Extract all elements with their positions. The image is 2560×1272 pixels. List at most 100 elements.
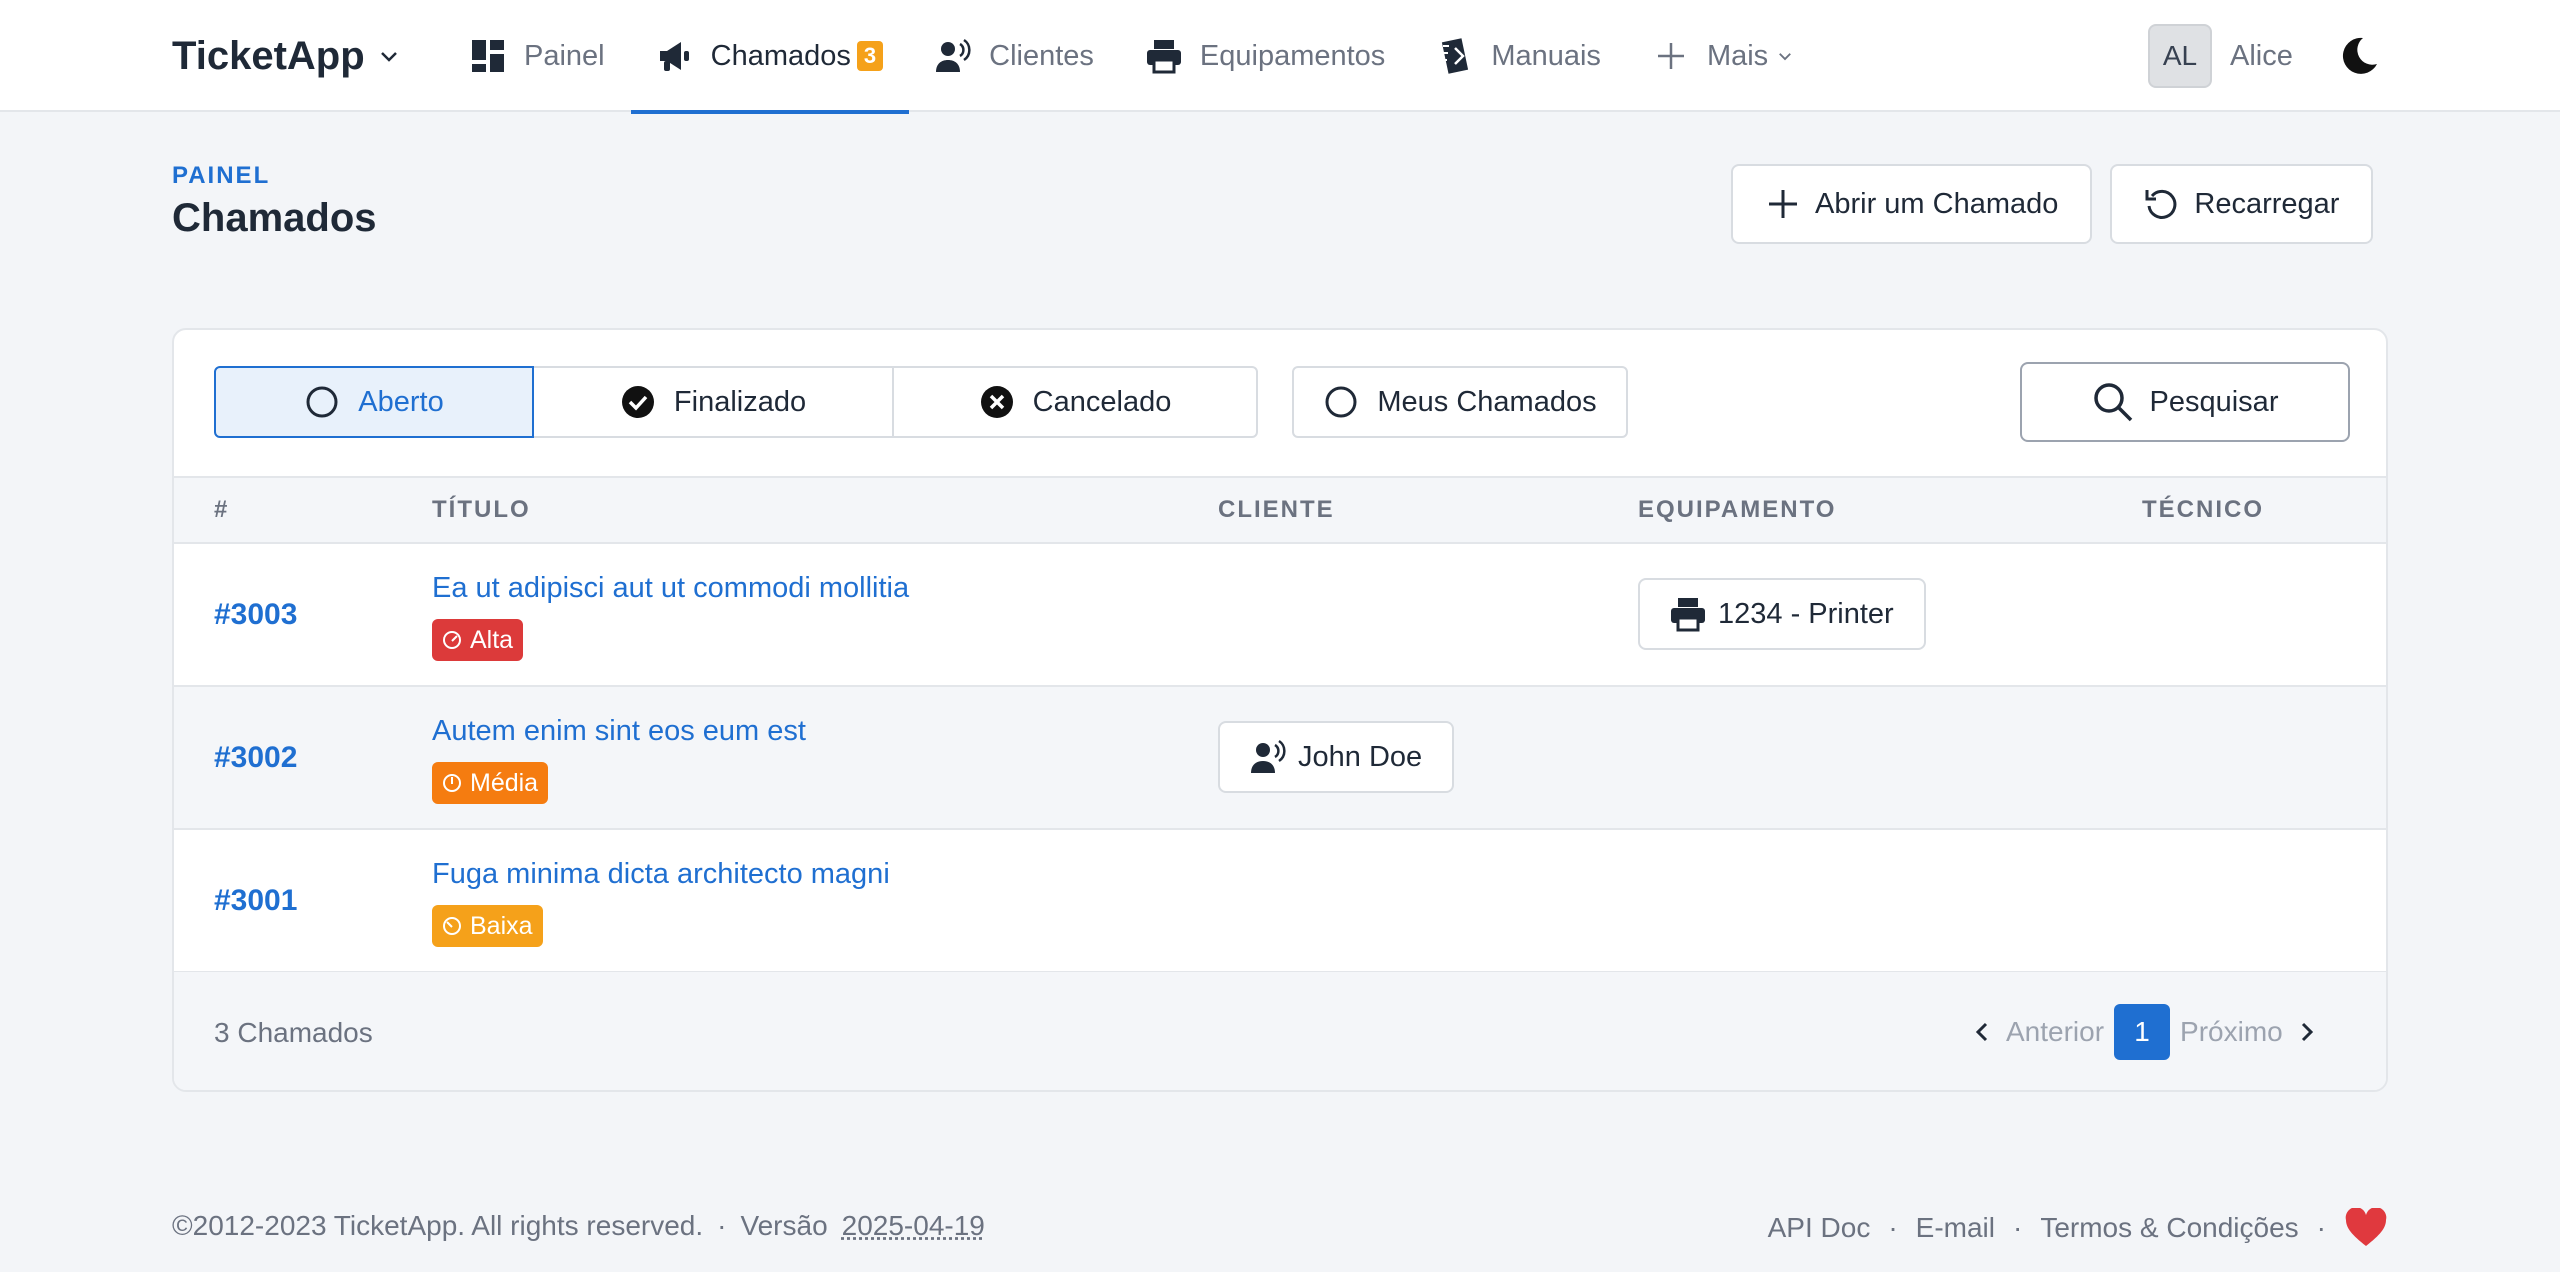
separator: ·: [1888, 1212, 1898, 1243]
avatar[interactable]: AL: [2148, 24, 2212, 88]
reload-button[interactable]: Recarregar: [2110, 164, 2374, 244]
current-page[interactable]: 1: [2114, 1004, 2171, 1060]
plus-icon: [1657, 43, 1684, 69]
notification-badge: 3: [856, 41, 884, 71]
search-label: Pesquisar: [2149, 385, 2279, 418]
search-button[interactable]: Pesquisar: [2020, 362, 2350, 442]
search-icon: [2093, 383, 2132, 422]
brand-name: TicketApp: [172, 33, 365, 78]
footer-link-terms[interactable]: Termos & Condições: [2040, 1212, 2298, 1244]
priority-label: Baixa: [470, 911, 533, 940]
nav-item-label: Mais: [1706, 39, 1769, 72]
footer-links: API Doc · E-mail · Termos & Condições ·: [1768, 1206, 2388, 1250]
column-id: #: [214, 496, 230, 523]
table-row[interactable]: #3003 Ea ut adipisci aut ut commodi moll…: [174, 544, 2386, 687]
client-label: John Doe: [1298, 740, 1423, 773]
footer-link-api-doc[interactable]: API Doc: [1768, 1212, 1871, 1244]
nav-item-clientes[interactable]: Clientes: [909, 0, 1120, 112]
pagination: Anterior 1 Próximo: [1968, 1004, 2321, 1060]
manual-icon: [1441, 38, 1469, 74]
filter-open-label: Aberto: [358, 385, 444, 418]
nav-item-label: Painel: [524, 39, 605, 72]
table-row[interactable]: #3001 Fuga minima dicta architecto magni…: [174, 830, 2386, 973]
filter-finished[interactable]: Finalizado: [532, 366, 894, 438]
nav-item-painel[interactable]: Painel: [444, 0, 631, 112]
priority-badge: Média: [432, 762, 549, 804]
circle-icon: [1325, 386, 1357, 418]
user-area: AL Alice: [2148, 24, 2381, 88]
separator: ·: [2013, 1212, 2023, 1243]
filter-open[interactable]: Aberto: [214, 366, 534, 438]
table-footer: 3 Chamados Anterior 1 Próximo: [174, 972, 2386, 1090]
chevron-right-icon[interactable]: [2293, 1018, 2321, 1046]
nav-item-mais[interactable]: Mais: [1627, 0, 1820, 112]
ticket-title-link[interactable]: Fuga minima dicta architecto magni: [432, 858, 890, 891]
client-chip[interactable]: John Doe: [1218, 721, 1455, 793]
gauge-icon: [443, 774, 461, 792]
user-name[interactable]: Alice: [2230, 40, 2293, 73]
nav-item-label: Equipamentos: [1199, 39, 1386, 72]
nav-item-equipamentos[interactable]: Equipamentos: [1120, 0, 1411, 112]
chevron-down-icon: [1779, 53, 1792, 61]
brand-menu[interactable]: TicketApp: [172, 28, 401, 84]
moon-icon[interactable]: [2337, 34, 2381, 78]
filter-my-tickets[interactable]: Meus Chamados: [1292, 366, 1628, 438]
status-filter: Aberto Finalizado Cancelado Meus Chamado…: [214, 366, 1628, 438]
equipment-label: 1234 - Printer: [1718, 597, 1894, 630]
plus-icon: [1769, 190, 1797, 218]
separator: ·: [717, 1210, 727, 1241]
ticket-id[interactable]: #3003: [214, 544, 297, 685]
column-equipment[interactable]: EQUIPAMENTO: [1638, 478, 1836, 542]
version-label: Versão: [740, 1210, 828, 1241]
chevron-down-icon: [380, 52, 397, 62]
ticket-title-cell: Fuga minima dicta architecto magni Baixa: [432, 858, 890, 947]
nav-item-label: Chamados: [710, 39, 851, 72]
separator: ·: [2316, 1212, 2326, 1243]
customer-icon: [936, 38, 971, 72]
main-nav: Painel Chamados 3 Clientes Equipamentos …: [444, 0, 1820, 114]
ticket-title-cell: Autem enim sint eos eum est Média: [432, 715, 806, 804]
filter-canceled[interactable]: Cancelado: [892, 366, 1258, 438]
previous-page-link[interactable]: Anterior: [2006, 1016, 2104, 1048]
top-navbar: TicketApp Painel Chamados 3 Clientes Equ…: [0, 0, 2560, 114]
nav-item-chamados[interactable]: Chamados 3: [630, 0, 910, 114]
nav-item-manuais[interactable]: Manuais: [1411, 0, 1627, 112]
column-title[interactable]: TÍTULO: [432, 478, 531, 542]
reload-label: Recarregar: [2194, 187, 2340, 220]
heart-icon: [2345, 1208, 2387, 1246]
footer-link-email[interactable]: E-mail: [1916, 1212, 1995, 1244]
circle-icon: [306, 386, 338, 418]
column-tech[interactable]: TÉCNICO: [2142, 478, 2264, 542]
column-client[interactable]: CLIENTE: [1218, 478, 1335, 542]
breadcrumb[interactable]: PAINEL: [172, 162, 270, 190]
gauge-icon: [443, 917, 461, 935]
x-circle-icon: [980, 386, 1013, 418]
gauge-icon: [443, 631, 461, 649]
next-page-link[interactable]: Próximo: [2180, 1016, 2283, 1048]
nav-item-label: Manuais: [1491, 39, 1601, 72]
version-date: 2025-04-19: [841, 1210, 985, 1241]
equipment-chip[interactable]: 1234 - Printer: [1638, 578, 1926, 650]
page-title: Chamados: [172, 196, 377, 240]
customer-icon: [1251, 739, 1286, 773]
refresh-icon: [2145, 189, 2177, 219]
priority-badge: Baixa: [432, 905, 543, 947]
priority-label: Alta: [470, 625, 514, 654]
check-circle-icon: [621, 386, 654, 418]
open-ticket-button[interactable]: Abrir um Chamado: [1731, 164, 2093, 244]
ticket-title-link[interactable]: Autem enim sint eos eum est: [432, 715, 806, 748]
table-header: # TÍTULO CLIENTE EQUIPAMENTO TÉCNICO: [174, 476, 2386, 544]
printer-icon: [1671, 598, 1705, 632]
priority-label: Média: [470, 768, 539, 797]
chevron-left-icon[interactable]: [1968, 1018, 1996, 1046]
ticket-id[interactable]: #3001: [214, 830, 297, 971]
printer-icon: [1146, 40, 1181, 74]
table-row[interactable]: #3002 Autem enim sint eos eum est Média …: [174, 687, 2386, 830]
open-ticket-label: Abrir um Chamado: [1815, 187, 2059, 220]
filter-my-tickets-label: Meus Chamados: [1377, 385, 1597, 418]
ticket-id[interactable]: #3002: [214, 687, 297, 828]
priority-badge: Alta: [432, 619, 524, 661]
megaphone-icon: [659, 42, 689, 71]
dashboard-icon: [472, 40, 504, 72]
ticket-title-link[interactable]: Ea ut adipisci aut ut commodi mollitia: [432, 572, 909, 605]
